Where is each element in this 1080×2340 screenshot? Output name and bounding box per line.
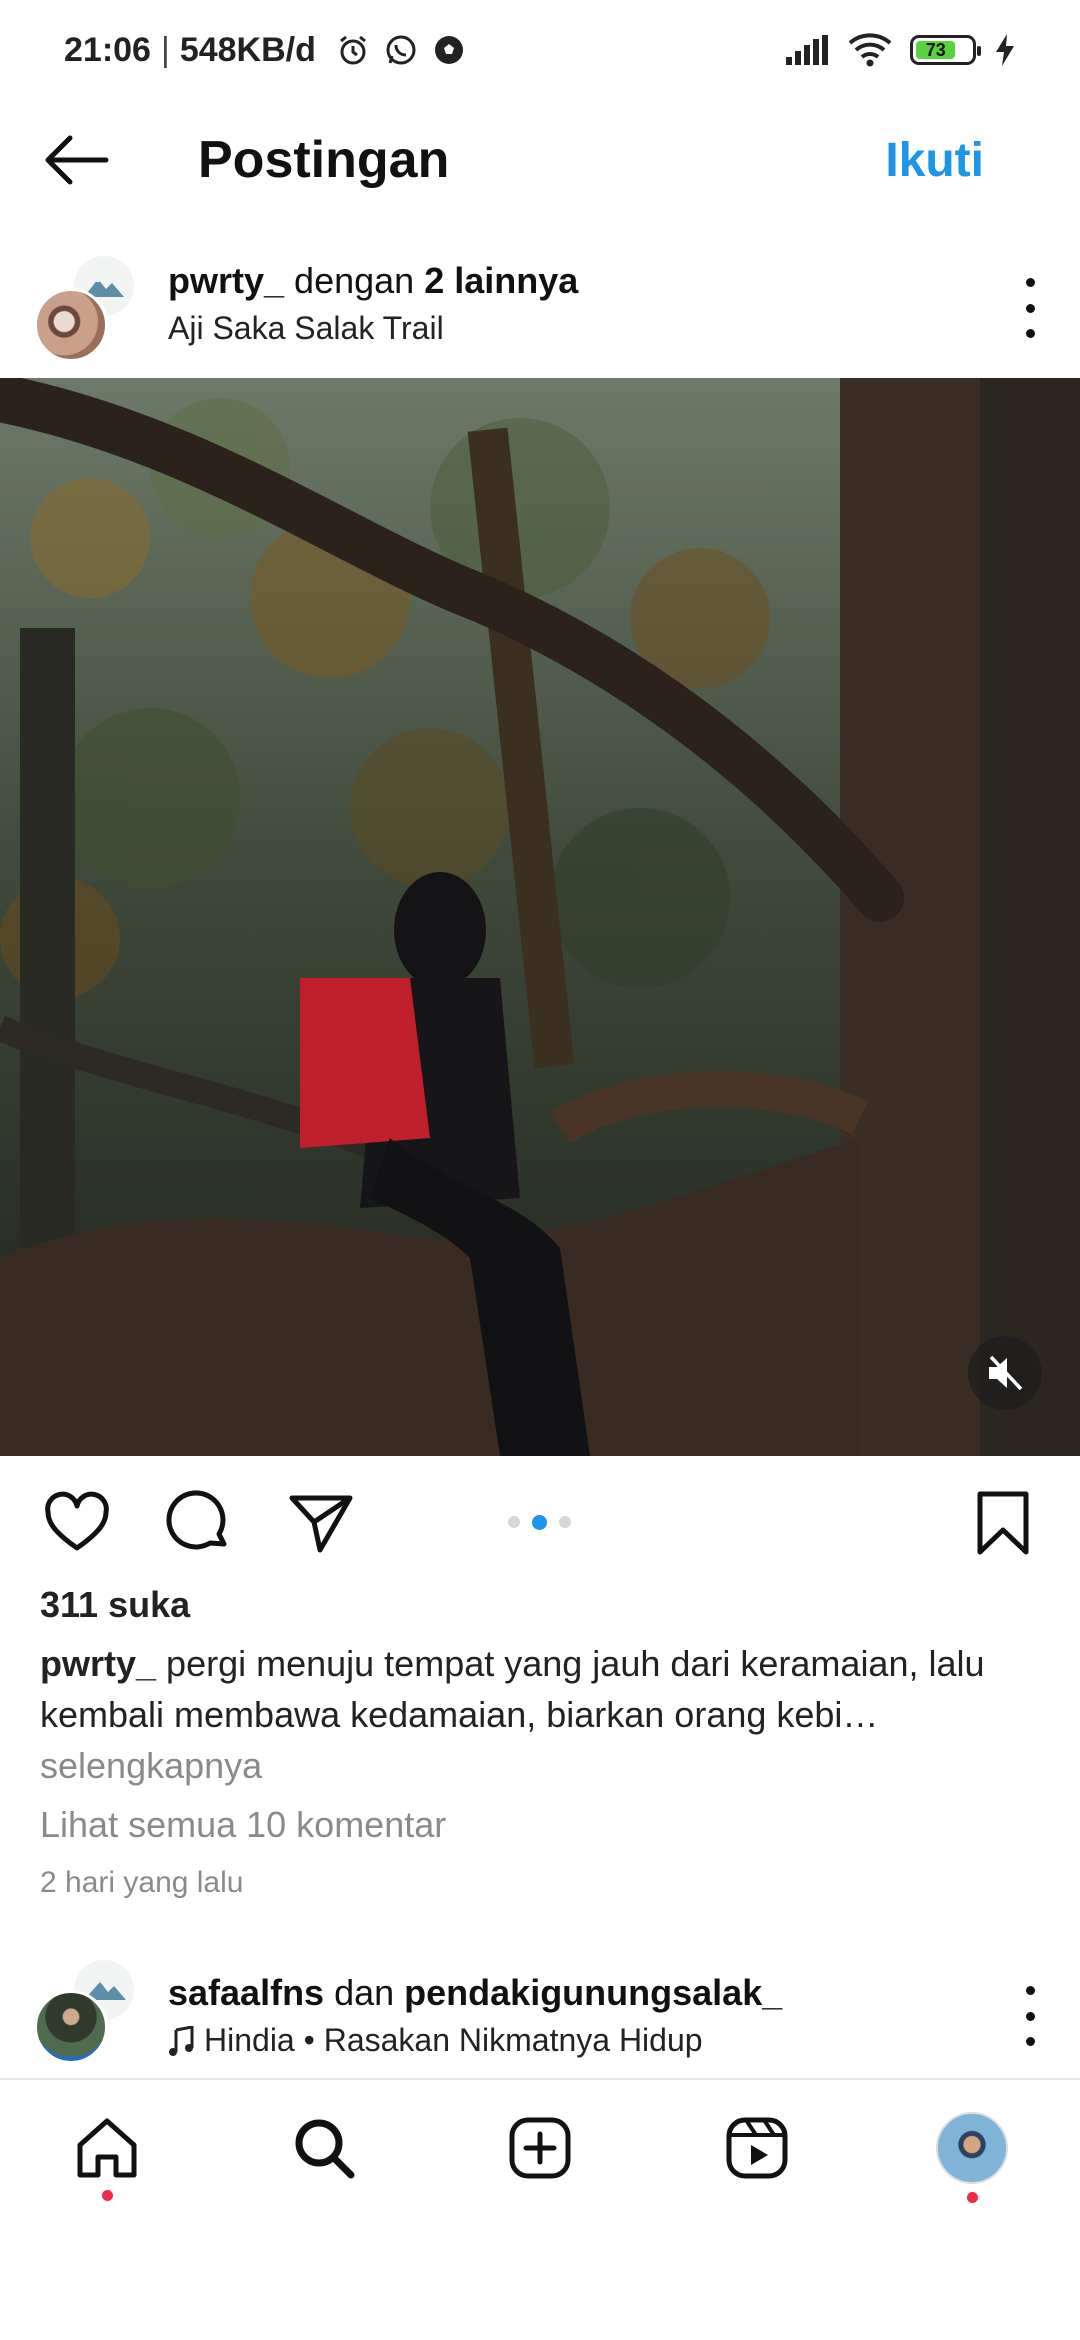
nav-create[interactable]: [504, 2112, 576, 2184]
next-user1[interactable]: safaalfns: [168, 1972, 324, 2013]
reels-icon: [726, 2117, 788, 2179]
create-icon: [509, 2117, 571, 2179]
wifi-icon: [848, 33, 892, 67]
status-data-rate: 548KB/d: [179, 30, 316, 69]
charging-icon: [996, 34, 1014, 66]
search-icon: [295, 2119, 355, 2179]
more-options-icon[interactable]: [1020, 278, 1040, 338]
profile-avatar: [936, 2112, 1008, 2184]
music-note-icon: [169, 2025, 194, 2056]
carousel-dot: [559, 1516, 571, 1528]
collab-others[interactable]: 2 lainnya: [424, 260, 578, 301]
status-separator: |: [160, 30, 170, 69]
post-image[interactable]: [0, 378, 1080, 1456]
heart-icon[interactable]: [44, 1490, 110, 1556]
next-post-header: safaalfns dan pendakigunungsalak_ Hindia…: [0, 1956, 1080, 2076]
like-count[interactable]: 311 suka: [40, 1584, 190, 1626]
share-icon[interactable]: [288, 1490, 354, 1556]
post-actions: [0, 1480, 1080, 1560]
collab-conjunction: dengan: [284, 260, 425, 301]
home-icon: [77, 2118, 137, 2178]
nav-home[interactable]: [71, 2112, 143, 2201]
carousel-dot-active: [532, 1515, 547, 1530]
page-title: Postingan: [198, 131, 450, 189]
collab-avatars[interactable]: [34, 254, 144, 364]
carousel-dot: [508, 1516, 520, 1528]
view-comments-link[interactable]: Lihat semua 10 komentar: [40, 1804, 446, 1846]
soccer-ball-icon: [434, 36, 463, 64]
follow-button[interactable]: Ikuti: [885, 133, 984, 188]
bottom-navigation: [0, 2078, 1080, 2218]
next-audio[interactable]: Hindia • Rasakan Nikmatnya Hidup: [168, 2022, 782, 2059]
signal-icon: [786, 35, 828, 65]
post-username[interactable]: pwrty_: [168, 260, 284, 301]
nav-profile[interactable]: [936, 2112, 1008, 2203]
top-header: Postingan Ikuti: [0, 110, 1080, 210]
see-more-link[interactable]: selengkapnya: [40, 1745, 262, 1786]
back-arrow-icon[interactable]: [40, 130, 110, 190]
post-author-line[interactable]: pwrty_ dengan 2 lainnya: [168, 260, 578, 302]
next-user2[interactable]: pendakigunungsalak_: [404, 1972, 782, 2013]
post-caption: pwrty_ pergi menuju tempat yang jauh dar…: [40, 1638, 1050, 1791]
next-audio-text[interactable]: Hindia • Rasakan Nikmatnya Hidup: [204, 2022, 703, 2059]
bookmark-icon[interactable]: [970, 1490, 1036, 1556]
alarm-icon: [339, 35, 366, 65]
next-conjunction: dan: [324, 1972, 405, 2013]
next-author-line[interactable]: safaalfns dan pendakigunungsalak_: [168, 1972, 782, 2014]
nav-reels[interactable]: [721, 2112, 793, 2184]
profile-notification-dot: [967, 2192, 978, 2203]
next-user-avatar[interactable]: [34, 1990, 108, 2064]
status-time: 21:06: [64, 30, 151, 69]
post-time: 2 hari yang lalu: [40, 1866, 244, 1899]
home-notification-dot: [102, 2190, 113, 2201]
nav-search[interactable]: [288, 2112, 360, 2184]
battery-icon: 73: [910, 35, 981, 65]
comment-icon[interactable]: [166, 1490, 232, 1556]
status-bar: 21:06 | 548KB/d 73: [0, 0, 1080, 100]
post-header: pwrty_ dengan 2 lainnya Aji Saka Salak T…: [0, 250, 1080, 378]
post-location[interactable]: Aji Saka Salak Trail: [168, 310, 578, 347]
caption-username[interactable]: pwrty_: [40, 1643, 156, 1684]
whatsapp-icon: [386, 35, 416, 65]
user-avatar[interactable]: [34, 288, 108, 362]
forest-photo: [0, 378, 1080, 1456]
caption-text: pergi menuju tempat yang jauh dari keram…: [40, 1643, 985, 1735]
battery-level: 73: [916, 40, 956, 60]
mute-toggle-icon[interactable]: [968, 1336, 1042, 1410]
next-more-options-icon[interactable]: [1020, 1986, 1040, 2046]
carousel-indicator: [508, 1515, 571, 1530]
